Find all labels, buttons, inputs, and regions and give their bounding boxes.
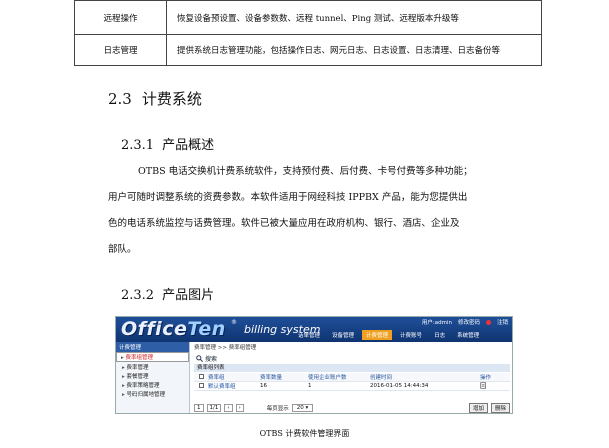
menu-item-log[interactable]: 日志 [430,330,449,340]
sidebar: 计费管理 费率组管理 费率管理 套餐管理 费率策略管理 号码归属地管理 [116,342,190,413]
pagination-bar: 1 1/1 ‹ › 每页显示 20 ▾ 增加 删除 [194,403,510,413]
paragraph-line: 色的电话系统监控与话费管理。软件已被大量应用在政府机构、银行、酒店、企业及 [108,218,460,229]
delete-button[interactable]: 删除 [490,403,510,413]
per-page-select[interactable]: 20 ▾ [291,404,314,412]
software-screenshot: OfficeTen ® billing system 用户:admin 修改密码… [115,316,513,414]
menu-item-device[interactable]: 设备管理 [328,330,358,340]
sidebar-item-rate[interactable]: 费率管理 [116,362,189,371]
table-row: 日志管理 提供系统日志管理功能，包括操作日志、网元日志、日志设置、日志清理、日志… [74,34,542,66]
user-bar: 用户:admin 修改密码 注销 [422,318,508,326]
feature-table: 远程操作 恢复设备预设置、设备参数数、远程 tunnel、Ping 测试、远程版… [74,0,542,66]
list-title: 费率组列表 [194,364,510,372]
sidebar-item-package[interactable]: 套餐管理 [116,371,189,380]
breadcrumb: 费率管理 >> 费率组管理 [194,345,257,351]
page-total: 1/1 [206,404,222,412]
logout-icon [485,319,491,325]
add-button[interactable]: 增加 [468,403,488,413]
menu-item-billing[interactable]: 计费管理 [362,330,393,340]
col-header: 操作 [480,375,492,381]
table-row: 默认费率组 16 1 2016-01-05 14:44:34 [194,381,510,391]
menu-item-account[interactable]: 计费账号 [396,330,426,340]
section-number: 2.3 [108,90,132,108]
page-number[interactable]: 1 [194,404,204,412]
paragraph-line: 部队。 [108,244,137,255]
change-password-link[interactable]: 修改密码 [458,318,480,326]
row-checkbox[interactable] [198,382,204,388]
officeten-logo: OfficeTen [121,318,226,340]
edit-icon[interactable] [480,381,504,391]
sidebar-item-location[interactable]: 号码归属地管理 [116,389,189,398]
sidebar-item-policy[interactable]: 费率策略管理 [116,380,189,389]
subsection-title: 产品图片 [162,288,215,303]
paragraph-line: 用户可随时调整系统的资费参数。本软件适用于网经科技 IPPBX 产品，能为您提供… [108,192,468,203]
table-row: 远程操作 恢复设备预设置、设备参数数、远程 tunnel、Ping 测试、远程版… [74,0,542,35]
next-page-icon[interactable]: › [235,404,244,412]
col-header[interactable]: 费率数量 [260,373,308,381]
user-count: 1 [308,383,312,389]
col-header[interactable]: 使用企业账户数 [308,373,370,381]
menu-item-system[interactable]: 系统管理 [453,330,483,340]
rate-group-table: 费率组 费率数量 使用企业账户数 创建时间 操作 默认费率组 16 1 2016… [194,373,510,391]
subsection-heading-pictures: 2.3.2 产品图片 [121,284,214,303]
search-button[interactable]: 搜索 [196,354,217,363]
select-all-checkbox[interactable] [198,373,204,379]
sidebar-item-rate-group[interactable]: 费率组管理 [116,352,189,362]
search-label: 搜索 [205,356,218,363]
registered-mark: ® [231,319,237,326]
per-page-label: 每页显示 [266,406,289,412]
logout-link[interactable]: 注销 [497,318,508,326]
table-cell-desc: 恢复设备预设置、设备参数数、远程 tunnel、Ping 测试、远程版本升级等 [166,0,542,35]
rate-group-name-link[interactable]: 默认费率组 [208,382,260,390]
section-heading: 2.3 计费系统 [108,88,202,109]
rate-count: 16 [260,383,267,389]
subsection-number: 2.3.2 [121,288,155,303]
search-icon [196,355,203,362]
menu-item-cdr[interactable]: 话单管理 [294,330,324,340]
section-title: 计费系统 [141,90,202,108]
figure-caption: OTBS 计费软件管理界面 [259,429,350,438]
table-header-row: 费率组 费率数量 使用企业账户数 创建时间 操作 [194,373,510,382]
paragraph-line: OTBS 电话交换机计费系统软件，支持预付费、后付费、卡号付费等多种功能； [138,166,473,177]
subsection-title: 产品概述 [162,138,215,153]
sidebar-heading: 计费管理 [116,342,189,352]
subsection-number: 2.3.1 [121,138,155,153]
user-label: 用户:admin [421,320,452,326]
main-menu: 话单管理 设备管理 计费管理 计费账号 日志 系统管理 [294,330,483,340]
table-cell-name: 日志管理 [74,34,167,66]
subsection-heading-overview: 2.3.1 产品概述 [121,134,214,153]
created-time: 2016-01-05 14:44:34 [370,383,429,389]
table-cell-name: 远程操作 [74,0,167,35]
prev-page-icon[interactable]: ‹ [224,404,233,412]
table-cell-desc: 提供系统日志管理功能，包括操作日志、网元日志、日志设置、日志清理、日志备份等 [166,34,542,66]
col-header[interactable]: 费率组 [208,373,260,381]
col-header[interactable]: 创建时间 [370,373,480,381]
app-header-bar: OfficeTen ® billing system 用户:admin 修改密码… [116,317,512,342]
